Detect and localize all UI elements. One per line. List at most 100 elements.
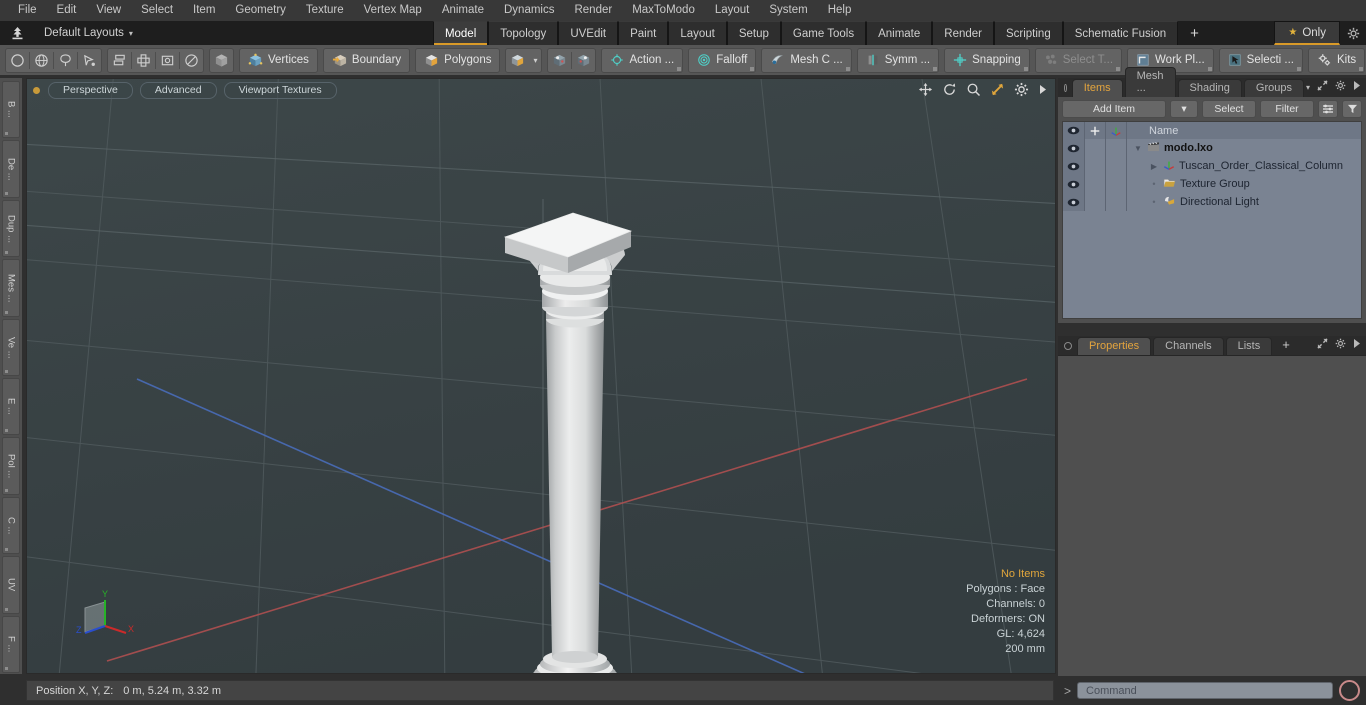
workplane-cube-alt-icon[interactable] <box>572 50 595 71</box>
table-row[interactable]: • Directional Light <box>1063 193 1361 211</box>
menu-item-geometry[interactable]: Geometry <box>225 0 296 21</box>
menu-item-select[interactable]: Select <box>131 0 183 21</box>
left-tab-edge[interactable]: E ... <box>2 378 20 436</box>
action-center-button[interactable]: Action ... <box>601 47 684 73</box>
tab-items[interactable]: Items <box>1071 79 1123 97</box>
symmetry-button[interactable]: Symm ... <box>856 47 940 73</box>
eye-icon[interactable] <box>1063 175 1085 193</box>
mesh-constraint-button[interactable]: Mesh C ... <box>761 47 852 73</box>
radial-icon[interactable] <box>180 50 203 71</box>
add-tab-button[interactable]: + <box>1178 21 1211 45</box>
gear-icon[interactable] <box>1014 82 1029 97</box>
menu-item-render[interactable]: Render <box>564 0 622 21</box>
left-tab-mesh[interactable]: Mes ... <box>2 259 20 317</box>
eye-icon[interactable] <box>1063 157 1085 175</box>
circle-select-icon[interactable] <box>6 50 29 71</box>
gear-icon[interactable] <box>1340 21 1366 45</box>
tab-game-tools[interactable]: Game Tools <box>780 21 867 45</box>
tab-paint[interactable]: Paint <box>618 21 669 45</box>
add-item-button[interactable]: Add Item <box>1062 99 1166 118</box>
3d-viewport[interactable]: Perspective Advanced Viewport Textures N… <box>26 78 1056 674</box>
rotate-icon[interactable] <box>942 82 957 97</box>
menu-item-animate[interactable]: Animate <box>432 0 494 21</box>
vertices-mode-button[interactable]: Vertices <box>239 47 318 73</box>
menu-item-vertex-map[interactable]: Vertex Map <box>354 0 432 21</box>
expand-icon[interactable] <box>1317 338 1328 352</box>
select-through-button[interactable]: Select T... <box>1034 47 1123 73</box>
tree-row-scene[interactable]: ▼ modo.lxo <box>1127 141 1361 155</box>
left-tab-uv[interactable]: UV <box>2 556 20 614</box>
kits-button[interactable]: Kits <box>1307 47 1366 73</box>
cube-icon[interactable] <box>210 50 233 71</box>
gear-icon[interactable] <box>1335 80 1346 94</box>
boundary-mode-button[interactable]: Boundary <box>322 47 411 73</box>
arrow-icon[interactable] <box>1353 80 1361 94</box>
menu-item-file[interactable]: File <box>8 0 47 21</box>
tab-lists[interactable]: Lists <box>1225 337 1273 355</box>
tab-scripting[interactable]: Scripting <box>993 21 1063 45</box>
menu-item-dynamics[interactable]: Dynamics <box>494 0 564 21</box>
viewport-textures-dropdown[interactable]: Viewport Textures <box>223 81 337 99</box>
eye-icon[interactable] <box>1063 139 1085 157</box>
table-row[interactable]: ▶ Tuscan_Order_Classical_Column <box>1063 157 1361 175</box>
paint-select-icon[interactable] <box>78 50 101 71</box>
tab-setup[interactable]: Setup <box>726 21 781 45</box>
globe-select-icon[interactable] <box>30 50 53 71</box>
menu-item-maxtomodo[interactable]: MaxToModo <box>622 0 705 21</box>
menu-item-edit[interactable]: Edit <box>47 0 87 21</box>
twist-down-icon[interactable]: ▼ <box>1133 144 1143 153</box>
tab-uvedit[interactable]: UVEdit <box>558 21 619 45</box>
left-tab-basic[interactable]: B ... <box>2 81 20 139</box>
viewport-projection-dropdown[interactable]: Perspective <box>48 81 133 99</box>
arrow-icon[interactable] <box>1353 338 1361 352</box>
tab-layout[interactable]: Layout <box>668 21 727 45</box>
align-icon[interactable] <box>108 50 131 71</box>
left-tab-curve[interactable]: C ... <box>2 496 20 555</box>
tab-topology[interactable]: Topology <box>488 21 559 45</box>
tab-schematic-fusion[interactable]: Schematic Fusion <box>1062 21 1179 45</box>
left-tab-duplicate[interactable]: Dup ... <box>2 199 20 258</box>
axis-gizmo[interactable]: Y X Z <box>71 588 141 648</box>
add-properties-tab-button[interactable]: + <box>1274 335 1298 355</box>
tree-row-mesh[interactable]: ▶ Tuscan_Order_Classical_Column <box>1127 159 1361 174</box>
center-icon[interactable] <box>132 50 155 71</box>
record-circle-icon[interactable] <box>1339 680 1360 701</box>
move-icon[interactable] <box>918 82 933 97</box>
left-tab-fusion[interactable]: F ... <box>2 615 20 674</box>
eye-icon[interactable] <box>1063 193 1085 211</box>
fit-icon[interactable] <box>990 82 1005 97</box>
command-input[interactable]: Command <box>1077 682 1333 699</box>
tab-model[interactable]: Model <box>432 21 489 45</box>
tab-channels[interactable]: Channels <box>1153 337 1224 355</box>
tab-properties[interactable]: Properties <box>1077 337 1152 355</box>
cube-dropdown-icon[interactable] <box>506 50 529 71</box>
list-options-icon[interactable] <box>1318 99 1338 118</box>
filter-button[interactable]: Filter <box>1260 99 1314 118</box>
table-row[interactable]: • Texture Group <box>1063 175 1361 193</box>
viewport-shading-dropdown[interactable]: Advanced <box>139 81 217 99</box>
select-button[interactable]: Select <box>1202 99 1256 118</box>
menu-item-view[interactable]: View <box>86 0 131 21</box>
menu-item-layout[interactable]: Layout <box>705 0 760 21</box>
left-tab-vertex[interactable]: Ve ... <box>2 318 20 377</box>
left-tab-deform[interactable]: De ... <box>2 140 20 198</box>
table-row[interactable]: ▼ modo.lxo <box>1063 139 1361 157</box>
menu-item-system[interactable]: System <box>759 0 817 21</box>
twist-right-icon[interactable]: ▶ <box>1149 162 1159 171</box>
tab-mesh-ops[interactable]: Mesh ... <box>1124 67 1176 97</box>
left-tab-polygon[interactable]: Pol ... <box>2 437 20 495</box>
arrow-icon[interactable] <box>1038 83 1048 96</box>
home-tree-icon[interactable] <box>0 21 34 45</box>
items-tree[interactable]: Name ▼ modo.lxo ▶ Tuscan_Order_Classical… <box>1062 121 1362 319</box>
tree-row-texture-group[interactable]: • Texture Group <box>1127 177 1361 191</box>
menu-item-item[interactable]: Item <box>183 0 225 21</box>
lasso-select-icon[interactable] <box>54 50 77 71</box>
tab-render[interactable]: Render <box>932 21 994 45</box>
menu-item-texture[interactable]: Texture <box>296 0 354 21</box>
zoom-icon[interactable] <box>966 82 981 97</box>
snapping-button[interactable]: Snapping <box>944 47 1030 73</box>
tab-groups[interactable]: Groups <box>1243 79 1304 97</box>
tree-row-directional-light[interactable]: • Directional Light <box>1127 195 1361 209</box>
only-toggle-button[interactable]: ★ Only <box>1274 21 1340 45</box>
polygons-mode-button[interactable]: Polygons <box>415 47 501 73</box>
